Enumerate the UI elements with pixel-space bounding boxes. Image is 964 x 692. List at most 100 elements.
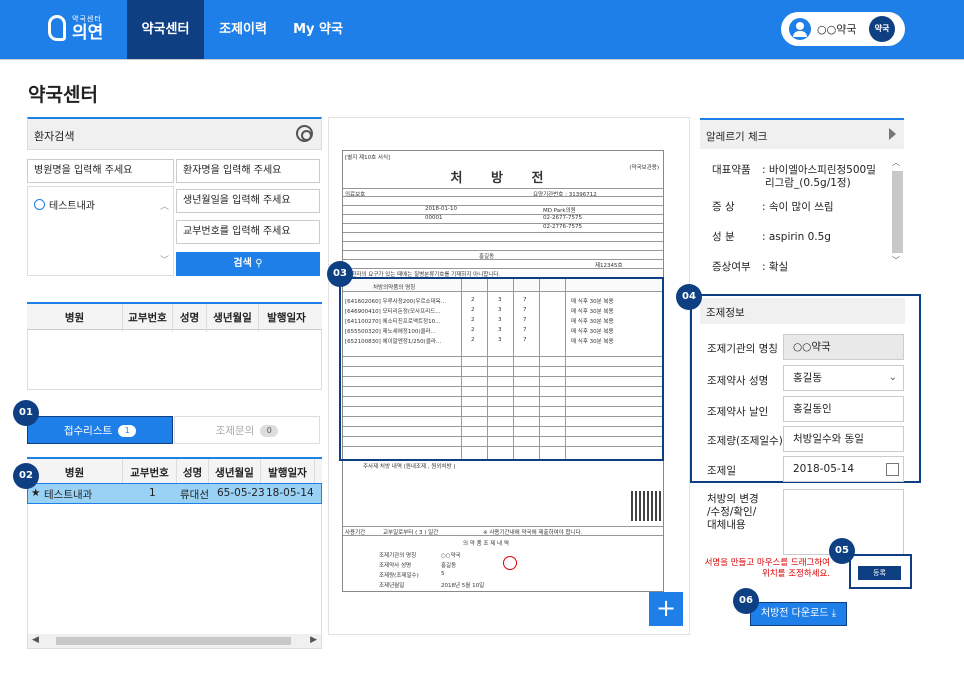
marker-03: 03 — [327, 261, 353, 287]
col-issued[interactable]: 발행일자 — [259, 304, 314, 332]
row-issued: 18-05-14 — [266, 487, 314, 499]
user-avatar-icon — [789, 18, 811, 40]
usage-period-value: 교부일로부터 ( 3 ) 일간 — [383, 530, 439, 536]
hospital-list-item[interactable]: 테스트내과 — [34, 197, 95, 212]
chevron-down-icon: ⌄ — [888, 372, 897, 383]
register-button[interactable]: 등록 — [858, 566, 901, 580]
allergy-scrollbar[interactable]: ︿ ﹀ — [891, 157, 904, 269]
zoom-in-button[interactable]: + — [649, 592, 683, 626]
col-hospital[interactable]: 병원 — [27, 304, 123, 332]
search-results-body — [27, 330, 322, 390]
tab-receipt-list[interactable]: 접수리스트 1 — [27, 416, 173, 444]
issue-date: 2018-01-10 — [425, 206, 457, 212]
dispense-amount-field[interactable]: 처방일수와 동일 — [783, 426, 904, 452]
change-content-label: 처방의 변경 /수정/확인/ 대체내용 — [707, 493, 759, 532]
download-prescription-button[interactable]: 처방전 다운로드 ⤓ — [750, 602, 847, 626]
scroll-up-icon[interactable]: ︿ — [892, 157, 900, 168]
nav-item-dispense-history[interactable]: 조제이력 — [212, 0, 274, 59]
form-number: [별지 제10호 서식] — [345, 155, 391, 161]
dispense-date-field[interactable]: 2018-05-14 — [783, 456, 904, 482]
allergy-check-title: 알레르기 체크 — [706, 131, 768, 143]
allergy-drug-cont: 리그람_(0.5g/1정) — [765, 177, 851, 189]
nav-item-pharmacy-center[interactable]: 약국센터 — [127, 0, 204, 59]
dispense-section-title: 의 약 품 조 제 내 역 — [463, 541, 509, 547]
allergy-check-header[interactable]: 알레르기 체크 — [700, 118, 904, 149]
doctor-license: 제12345호 — [595, 263, 623, 269]
marker-02: 02 — [13, 463, 39, 489]
header-divider — [0, 59, 964, 60]
calendar-icon[interactable] — [886, 463, 899, 476]
scrollbar-thumb[interactable] — [56, 637, 291, 645]
chevron-right-icon[interactable] — [889, 128, 896, 140]
receipt-list-header: 병원 교부번호 성명 생년월일 발행일자 — [27, 457, 322, 487]
inquiry-count-badge: 0 — [260, 425, 279, 437]
scroll-left-icon[interactable]: ◀ — [32, 635, 39, 645]
row-issue-number: 1 — [149, 487, 156, 499]
row-birth: 65-05-23 — [217, 487, 265, 499]
hospital-item-label: 테스트내과 — [49, 201, 95, 212]
scroll-right-icon[interactable]: ▶ — [310, 635, 317, 645]
tab-dispense-inquiry[interactable]: 조제문의 0 — [174, 416, 320, 444]
dispense-date-label: 조제일 — [707, 465, 736, 477]
allergy-certainty: 증상여부: 확실 — [712, 261, 789, 273]
tab-inquiry-label: 조제문의 — [215, 425, 255, 437]
pharmacist-name-value: 홍길동 — [793, 372, 822, 384]
dispense-org-label: 조제기관의 명칭 — [379, 553, 417, 559]
issue-number: 00001 — [425, 215, 443, 221]
usage-period-label: 사용기간 — [345, 530, 366, 536]
search-results-header: 병원 교부번호 성명 생년월일 발행일자 — [27, 302, 322, 332]
check-circle-icon — [34, 199, 45, 210]
pharmacist-seal-field[interactable]: 홍길동인 — [783, 396, 904, 422]
seal-stamp[interactable] — [503, 556, 517, 570]
scroll-down-icon[interactable]: ﹀ — [160, 253, 169, 266]
birth-date-input[interactable]: 생년월일을 입력해 주세요 — [176, 189, 320, 213]
issue-number-input[interactable]: 교부번호를 입력해 주세요 — [176, 220, 320, 244]
scrollbar-thumb[interactable] — [892, 171, 903, 253]
clinic-phone: 02-2677-7575 — [543, 215, 582, 221]
col-issue-number[interactable]: 교부번호 — [123, 304, 173, 332]
dispense-date-label: 조제년월일 — [379, 583, 405, 589]
user-menu[interactable]: ○○약국 약국 — [781, 12, 905, 46]
marker-04: 04 — [676, 284, 702, 310]
dispense-amount-label: 조제량(조제일수) — [379, 573, 419, 579]
injection-label: 주사제 처방 내역 (원내조제 , 원외처방 ) — [363, 464, 456, 470]
nav-item-my-pharmacy[interactable]: My 약국 — [288, 0, 348, 59]
download-button-label: 처방전 다운로드 — [760, 608, 829, 619]
search-button-label: 검색 — [233, 258, 252, 269]
tab-receipt-label: 접수리스트 — [63, 425, 113, 437]
row-name: 류대선 — [180, 489, 209, 501]
dispense-date-value: 2018-05-14 — [793, 463, 855, 475]
pharmacist-seal-label: 조제약사 날인 — [707, 406, 769, 418]
marker-01: 01 — [13, 400, 39, 426]
change-label-line: 처방의 변경 — [707, 493, 759, 505]
patient-search-header: 환자검색 — [27, 117, 322, 150]
download-icon: ⤓ — [831, 608, 837, 619]
usage-period-note: ※ 사용기간내에 약국에 제출하여야 합니다. — [483, 530, 583, 536]
pharmacist-name-select[interactable]: 홍길동 ⌄ — [783, 365, 904, 391]
horizontal-scrollbar[interactable]: ◀ ▶ — [28, 634, 321, 648]
receipt-count-badge: 1 — [118, 425, 137, 437]
col-name[interactable]: 성명 — [173, 304, 207, 332]
logo[interactable]: 약국센터 의연 — [48, 14, 103, 42]
dispense-amount-label: 조제량(조제일수) — [707, 435, 783, 447]
scroll-up-icon[interactable]: ︿ — [160, 199, 169, 212]
dispense-org-value: ○○약국 — [441, 553, 461, 559]
patient-name-input[interactable]: 환자명을 입력해 주세요 — [176, 159, 320, 183]
row-hospital: 테스트내과 — [44, 489, 93, 501]
dispense-amount-value: 5 — [441, 571, 445, 577]
marker-06: 06 — [733, 588, 759, 614]
search-icon: ⚲ — [255, 258, 263, 269]
change-label-line: 대체내용 — [707, 519, 746, 531]
hospital-name-input[interactable]: 병원명을 입력해 주세요 — [27, 159, 174, 183]
star-icon[interactable]: ★ — [31, 487, 40, 499]
dispense-info-title: 조제정보 — [700, 298, 905, 324]
search-button[interactable]: 검색 ⚲ — [176, 252, 320, 276]
hospital-list: 테스트내과 ︿ ﹀ — [27, 186, 174, 276]
dispense-pharmacist-value: 홍길동 — [441, 563, 457, 569]
scroll-down-icon[interactable]: ﹀ — [892, 255, 900, 266]
table-row[interactable]: ★ 테스트내과 1 류대선 65-05-23 18-05-14 — [27, 483, 322, 504]
logo-mark-icon — [48, 15, 66, 41]
col-birth[interactable]: 생년월일 — [207, 304, 259, 332]
patient-search-title: 환자검색 — [34, 130, 75, 143]
gear-icon[interactable] — [296, 125, 313, 142]
